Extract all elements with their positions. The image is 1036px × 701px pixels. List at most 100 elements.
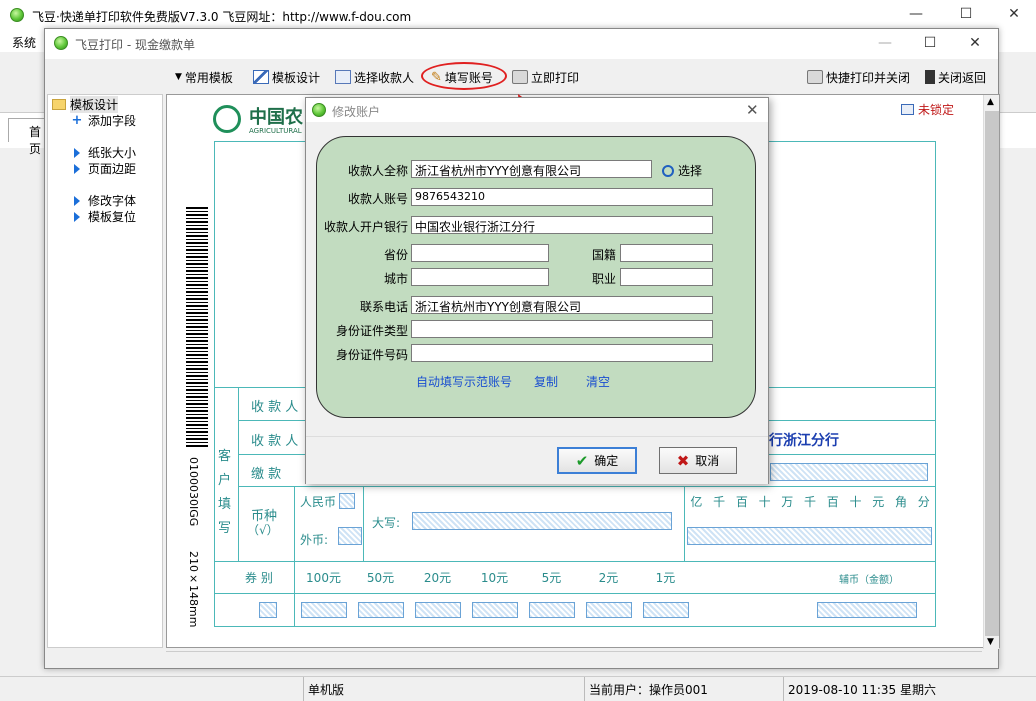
exit-door-icon [925,70,935,84]
vertical-scrollbar[interactable]: ▲ ▼ [983,95,999,649]
tree-item-add-field[interactable]: + 添加字段 [70,112,136,129]
edit-account-dialog: 修改账户 ✕ 收款人全称 浙江省杭州市YYY创意有限公司 选择 收款人账号 98… [305,97,769,484]
denomination-field[interactable] [586,602,632,618]
occupation-label: 职业 [591,272,616,286]
tree-item-page-margin[interactable]: 页面边距 [70,160,136,177]
payee-account-input[interactable]: 9876543210 [411,188,713,206]
denomination-field[interactable] [472,602,518,618]
id-type-input[interactable] [411,320,713,338]
inner-app-logo-icon [54,36,68,50]
province-label: 省份 [383,248,408,262]
quick-print-close-button[interactable]: 快捷打印并关闭 [807,67,910,87]
calendar-icon [901,104,914,115]
tree-item-paper-size[interactable]: 纸张大小 [70,144,136,161]
coupon-field[interactable] [259,602,277,618]
triangle-icon [74,163,80,174]
select-payee-button[interactable]: 选择收款人 [335,67,414,87]
outer-minimize-button[interactable]: — [896,0,936,28]
nationality-input[interactable] [620,244,713,262]
lock-status-label: 未锁定 [918,103,955,117]
mode-status: 单机版 [308,683,345,697]
select-payee-link[interactable]: 选择 [662,162,702,179]
select-payee-label: 选择收款人 [354,70,415,85]
occupation-input[interactable] [620,268,713,286]
close-return-button[interactable]: 关闭返回 [925,67,986,87]
quick-print-close-label: 快捷打印并关闭 [826,70,911,85]
print-now-button[interactable]: 立即打印 [512,67,579,87]
tree-root-template-design[interactable]: 模板设计 [52,96,119,113]
tab-home[interactable]: 首页 [8,118,48,156]
outer-maximize-button[interactable]: ☐ [946,0,986,28]
annotation-oval [421,62,507,90]
payee-full-name-input[interactable]: 浙江省杭州市YYY创意有限公司 [411,160,652,178]
inner-close-button[interactable]: ✕ [955,29,995,57]
aux-coin-label: 辅币（金额） [839,575,899,586]
digit-label: 百 [826,495,839,509]
denomination-label: 20元 [423,571,452,585]
foreign-field[interactable] [338,527,362,545]
rmb-checkbox[interactable] [339,493,355,509]
cancel-x-icon: ✖ [676,451,690,470]
tree-item-label: 添加字段 [88,114,137,128]
denomination-field[interactable] [301,602,347,618]
canvas-bank-branch-text[interactable]: 行浙江分行 [769,430,839,450]
scroll-down-icon[interactable]: ▼ [987,637,994,647]
inner-window-title: 飞豆打印 - 现金缴款单 [75,38,195,52]
amount-digits-field[interactable] [687,527,932,545]
aux-coin-field[interactable] [817,602,917,618]
digit-label: 亿 [690,495,703,509]
dialog-titlebar: 修改账户 ✕ [306,98,768,122]
coupon-label: 券 别 [245,571,273,585]
denomination-field[interactable] [529,602,575,618]
triangle-icon [74,195,80,206]
denomination-label: 5元 [541,571,562,585]
denomination-field[interactable] [415,602,461,618]
phone-input[interactable]: 浙江省杭州市YYY创意有限公司 [411,296,713,314]
city-label: 城市 [383,272,408,286]
capital-amount-field[interactable] [412,512,672,530]
vertical-scroll-thumb[interactable] [985,111,999,636]
copy-link[interactable]: 复制 [534,373,558,390]
digit-label: 元 [872,495,885,509]
ok-button[interactable]: ✔ 确定 [557,447,637,474]
tree-item-label: 模板复位 [88,210,137,224]
dialog-footer: ✔ 确定 ✖ 取消 [306,436,768,484]
current-user-status: 当前用户：操作员001 [589,683,708,697]
province-input[interactable] [411,244,549,262]
customer-fill-char: 写 [218,521,232,536]
id-number-input[interactable] [411,344,713,362]
payee-account-label: 收 款 人 [251,434,299,449]
city-input[interactable] [411,268,549,286]
payer-field[interactable] [770,463,928,481]
customer-fill-char: 填 [218,497,232,512]
tree-item-reset-template[interactable]: 模板复位 [70,208,136,225]
denomination-label: 100元 [306,571,341,585]
cancel-button[interactable]: ✖ 取消 [659,447,737,474]
menu-system[interactable]: 系统 [12,34,36,51]
template-design-button[interactable]: 模板设计 [253,67,320,87]
id-number-label: 身份证件号码 [335,348,408,362]
select-label: 选择 [678,164,703,178]
denomination-label: 50元 [366,571,395,585]
form-bottom-line [214,626,936,627]
quick-printer-icon [807,70,823,84]
statusbar-separator [303,677,304,701]
digit-label: 千 [713,495,726,509]
denomination-field[interactable] [643,602,689,618]
dialog-close-button[interactable]: ✕ [746,101,759,119]
common-templates-button[interactable]: ▼ 常用模板 [175,67,233,87]
inner-maximize-button[interactable]: ☐ [910,29,950,57]
clear-link[interactable]: 清空 [586,373,610,390]
tree-item-modify-font[interactable]: 修改字体 [70,192,136,209]
lock-status[interactable]: 未锁定 [901,101,954,118]
bank-logo-icon [213,105,241,133]
denomination-field[interactable] [358,602,404,618]
scroll-up-icon[interactable]: ▲ [987,97,994,107]
outer-close-button[interactable]: ✕ [994,0,1034,28]
horizontal-scrollbar[interactable] [166,651,982,667]
autofill-sample-link[interactable]: 自动填写示范账号 [416,373,512,390]
denomination-label: 1元 [655,571,676,585]
rmb-label: 人民币 [300,495,337,509]
payee-bank-input[interactable]: 中国农业银行浙江分行 [411,216,713,234]
inner-minimize-button[interactable]: — [865,29,905,57]
